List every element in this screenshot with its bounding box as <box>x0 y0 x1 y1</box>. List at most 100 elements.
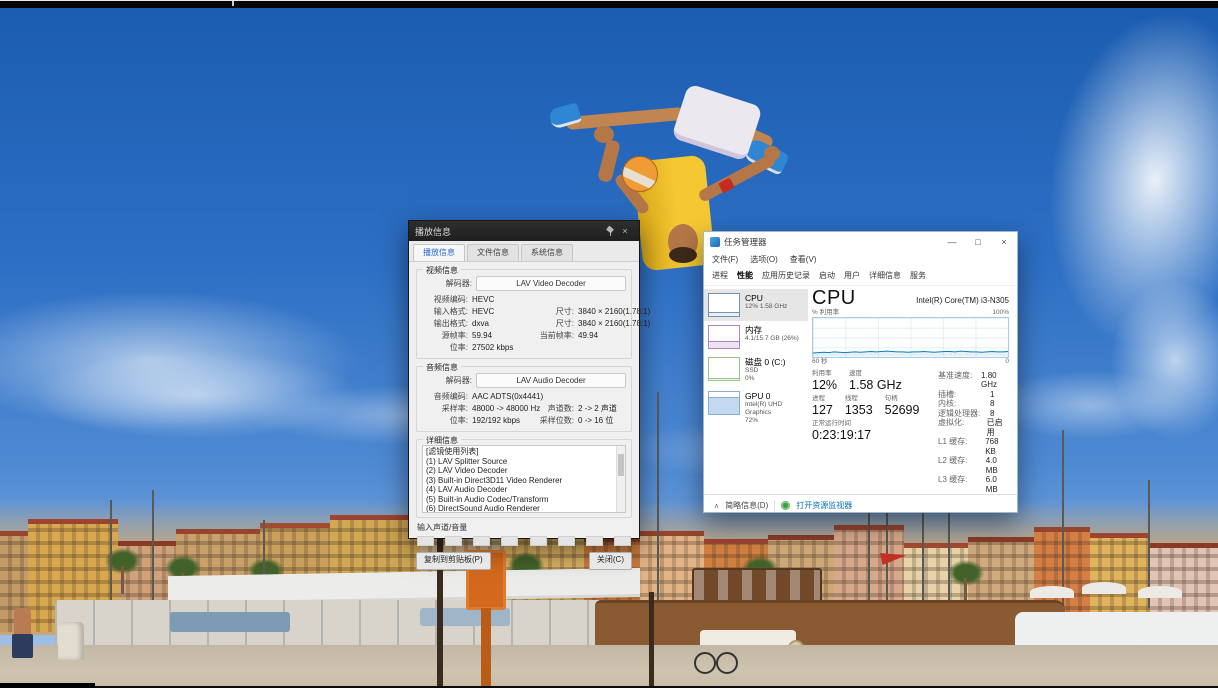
stat-row: L3 缓存:6.0 MB <box>938 475 1009 494</box>
volume-meter <box>417 536 434 546</box>
filter-list-item: (6) DirectSound Audio Renderer <box>426 504 615 513</box>
tab-performance[interactable]: 性能 <box>737 270 753 281</box>
tab-processes[interactable]: 进程 <box>712 270 728 281</box>
volume-meter <box>614 536 631 546</box>
info-row: 音频编码: AAC ADTS(0x4441) <box>422 391 626 403</box>
bicycle-wheel <box>694 652 716 674</box>
open-resource-monitor-link[interactable]: 打开资源监视器 <box>796 500 852 511</box>
sidebar-item-gpu[interactable]: GPU 0 Intel(R) UHD Graphics 72% <box>704 387 808 429</box>
close-icon[interactable]: × <box>617 226 633 236</box>
tab-system-info[interactable]: 系统信息 <box>521 244 573 261</box>
menu-options[interactable]: 选项(O) <box>750 254 778 265</box>
field-label: 位率: <box>422 415 472 427</box>
graph-axis-label: 60 秒 <box>812 358 828 366</box>
details-group: 详细信息 [滤镜使用列表] (1) LAV Splitter Source (2… <box>416 439 632 518</box>
basketball <box>622 156 658 192</box>
pin-icon[interactable] <box>603 225 617 237</box>
boat-hull <box>170 612 290 632</box>
sidebar-item-name: CPU <box>745 293 787 303</box>
lamp-pole <box>649 592 654 688</box>
cpu-utilization-graph[interactable] <box>812 317 1009 358</box>
tab-file-info[interactable]: 文件信息 <box>467 244 519 261</box>
field-label: 采样率: <box>422 403 472 415</box>
volume-meters <box>409 533 639 546</box>
copy-to-clipboard-button[interactable]: 复制到剪贴板(P) <box>416 552 491 570</box>
tab-startup[interactable]: 启动 <box>819 270 835 281</box>
stat-row: L1 缓存:768 KB <box>938 437 1009 456</box>
collapse-chevron-icon[interactable]: ∧ <box>714 502 719 510</box>
graph-axis-label: 100% <box>992 309 1009 317</box>
volume-meter <box>445 536 462 546</box>
cpu-pane-header: CPU Intel(R) Core(TM) i3-N305 <box>812 287 1009 309</box>
field-label <box>534 391 578 403</box>
task-manager-footer: ∧ 简略信息(D) 打开资源监视器 <box>704 494 1017 516</box>
field-label: 声道数: <box>534 403 578 415</box>
media-info-title: 播放信息 <box>415 225 603 238</box>
media-info-titlebar[interactable]: 播放信息 × <box>409 221 639 241</box>
scrollbar[interactable] <box>616 446 625 512</box>
resource-monitor-icon <box>781 501 790 510</box>
info-row: 采样率: 48000 -> 48000 Hz 声道数: 2 -> 2 声道 <box>422 403 626 415</box>
section-title: 视频信息 <box>423 265 461 276</box>
task-manager-titlebar[interactable]: 任务管理器 — □ × <box>704 232 1017 252</box>
info-row: 位率: 192/192 kbps 采样位数: 0 -> 16 位 <box>422 415 626 427</box>
menu-file[interactable]: 文件(F) <box>712 254 738 265</box>
menu-view[interactable]: 查看(V) <box>790 254 817 265</box>
volume-meter <box>530 536 547 546</box>
acrobat-arm <box>697 153 777 203</box>
tab-details[interactable]: 详细信息 <box>869 270 901 281</box>
tab-users[interactable]: 用户 <box>844 270 860 281</box>
section-title: 音频信息 <box>423 362 461 373</box>
cpu-stats-left: 利用率 12% 速度 1.58 GHz 进程 127 <box>812 370 930 495</box>
stat-row: 内核:8 <box>938 399 1009 409</box>
boat-mast <box>657 392 659 604</box>
sidebar-item-detail: 0% <box>745 375 786 383</box>
media-info-window: 播放信息 × 播放信息 文件信息 系统信息 视频信息 解码器: LAV Vide… <box>408 220 640 539</box>
performance-content: CPU 12% 1.58 GHz 内存 4.1/15.7 GB (26%) 磁盘… <box>704 286 1017 494</box>
audio-decoder-box[interactable]: LAV Audio Decoder <box>476 373 626 388</box>
umbrella <box>1030 586 1074 598</box>
scrollbar-thumb[interactable] <box>618 454 624 476</box>
field-value: AAC ADTS(0x4441) <box>472 391 534 403</box>
info-row: 输入格式: HEVC 尺寸: 3840 × 2160(1.78:1) <box>422 306 626 318</box>
sidebar-item-disk[interactable]: 磁盘 0 (C:) SSD 0% <box>704 353 808 387</box>
field-value: 27502 kbps <box>472 342 534 354</box>
field-label <box>534 294 578 306</box>
close-button[interactable]: 关闭(C) <box>589 552 632 570</box>
field-value: 2 -> 2 声道 <box>578 403 626 415</box>
info-row: 输出格式: dxva 尺寸: 3840 × 2160(1.78:1) <box>422 318 626 330</box>
acrobat-hand <box>764 146 780 161</box>
tab-playback-info[interactable]: 播放信息 <box>413 244 465 261</box>
tab-services[interactable]: 服务 <box>910 270 926 281</box>
volume-meter <box>558 536 575 546</box>
cpu-thumbnail-graph <box>708 293 740 317</box>
sidebar-item-memory[interactable]: 内存 4.1/15.7 GB (26%) <box>704 321 808 353</box>
info-row: 视频编码: HEVC <box>422 294 626 306</box>
close-icon[interactable]: × <box>991 232 1017 252</box>
field-value: 3840 × 2160(1.78:1) <box>578 306 650 318</box>
info-row: 源帧率: 59.94 当前帧率: 49.94 <box>422 330 626 342</box>
stat-processes: 进程 127 <box>812 395 833 417</box>
field-label: 位率: <box>422 342 472 354</box>
acrobat-hand <box>594 126 614 143</box>
filter-list-item: (1) LAV Splitter Source <box>426 457 615 467</box>
field-label: 输出格式: <box>422 318 472 330</box>
fewer-details-toggle[interactable]: 简略信息(D) <box>725 500 768 511</box>
filter-list[interactable]: [滤镜使用列表] (1) LAV Splitter Source (2) LAV… <box>422 445 626 513</box>
channels-label: 输入声道/音量 <box>417 522 631 533</box>
sidebar-item-cpu[interactable]: CPU 12% 1.58 GHz <box>704 289 808 321</box>
field-value: HEVC <box>472 294 534 306</box>
boat-mast <box>152 490 154 612</box>
sidebar-item-name: 磁盘 0 (C:) <box>745 357 786 367</box>
media-info-tabs: 播放信息 文件信息 系统信息 <box>409 241 639 262</box>
graph-top-labels: % 利用率 100% <box>812 309 1009 317</box>
tab-app-history[interactable]: 应用历史记录 <box>762 270 810 281</box>
field-label: 采样位数: <box>534 415 578 427</box>
desktop: 播放信息 × 播放信息 文件信息 系统信息 视频信息 解码器: LAV Vide… <box>0 0 1218 688</box>
field-value <box>578 391 626 403</box>
palm-tree <box>948 560 984 586</box>
video-decoder-box[interactable]: LAV Video Decoder <box>476 276 626 291</box>
minimize-icon[interactable]: — <box>939 232 965 252</box>
maximize-icon[interactable]: □ <box>965 232 991 252</box>
graph-axis-label: % 利用率 <box>812 309 839 317</box>
